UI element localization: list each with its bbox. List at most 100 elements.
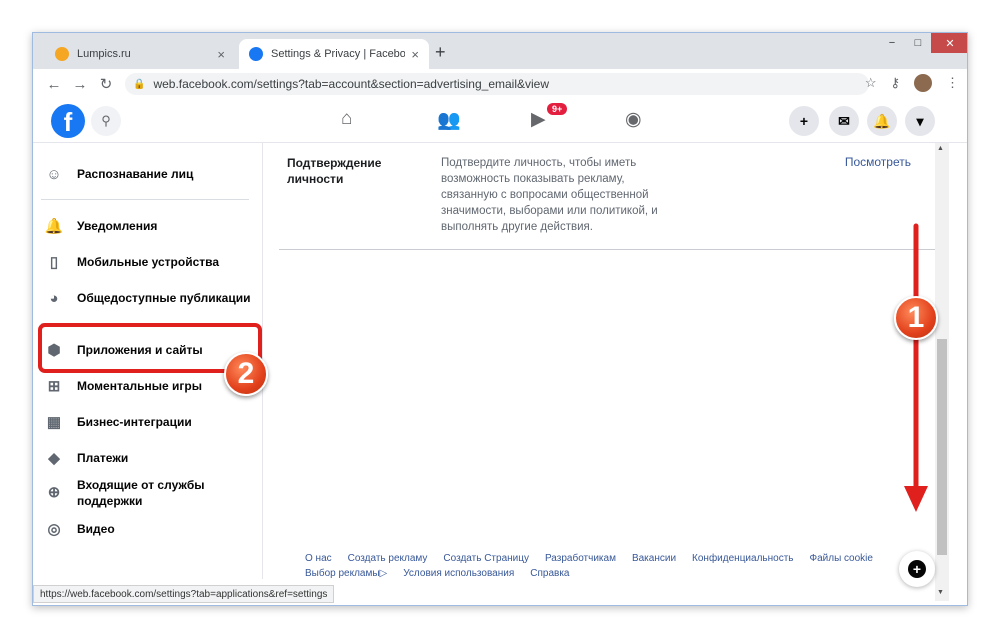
gamepad-icon: ⊞	[47, 378, 61, 395]
footer-link[interactable]: Условия использования	[403, 568, 514, 579]
face-recognition-icon: ☺	[46, 165, 62, 183]
close-window-button[interactable]: ✕	[931, 33, 967, 53]
setting-description: Подтвердите личность, чтобы иметь возмож…	[441, 157, 658, 233]
new-tab-button[interactable]: +	[435, 42, 446, 63]
footer-link[interactable]: О нас	[305, 553, 332, 564]
sidebar-item-label: Моментальные игры	[77, 379, 202, 393]
sidebar-item-label: Видео	[77, 522, 115, 536]
footer-link[interactable]: Конфиденциальность	[692, 553, 793, 564]
close-icon[interactable]: ×	[411, 47, 419, 62]
sidebar-item-instant-games[interactable]: ⊞ Моментальные игры	[43, 375, 202, 397]
sidebar-item-mobile[interactable]: ▯ Мобильные устройства	[43, 251, 219, 273]
friends-icon[interactable]: 👥	[437, 108, 461, 132]
url-field[interactable]: 🔒 web.facebook.com/settings?tab=account&…	[125, 73, 869, 95]
scrollbar-thumb[interactable]	[937, 339, 947, 555]
groups-icon[interactable]: ◉	[625, 108, 642, 131]
address-bar-actions: ☆ ⚷ ⋮	[865, 74, 959, 92]
facebook-favicon-icon	[249, 47, 263, 61]
new-message-button[interactable]: +	[899, 551, 935, 587]
forward-icon[interactable]: →	[67, 76, 93, 93]
plus-icon: +	[908, 560, 926, 578]
sidebar-item-support-inbox[interactable]: ⊕ Входящие от службы поддержки	[43, 477, 205, 509]
step-marker-1: 1	[894, 296, 938, 340]
footer-link[interactable]: Создать рекламу	[348, 553, 428, 564]
facebook-logo[interactable]: f	[51, 104, 85, 138]
sidebar-item-label: Входящие от службы	[77, 478, 205, 492]
plus-icon[interactable]: +	[789, 106, 819, 136]
mobile-icon: ▯	[49, 254, 59, 271]
footer-link[interactable]: Разработчикам	[545, 553, 616, 564]
sidebar-item-label: Общедоступные публикации	[77, 291, 251, 305]
scroll-up-icon[interactable]: ▲	[937, 145, 944, 152]
close-icon[interactable]: ×	[217, 47, 225, 62]
sidebar-item-label: Мобильные устройства	[77, 255, 220, 269]
divider	[41, 199, 249, 200]
tab-facebook-settings[interactable]: Settings & Privacy | Facebook ×	[239, 39, 429, 69]
footer-link[interactable]: Выбор рекламы▷	[305, 568, 387, 579]
setting-label-line: Подтверждение	[287, 156, 382, 170]
menu-arrow-icon[interactable]: ▾	[905, 106, 935, 136]
sidebar-item-video[interactable]: ◎ Видео	[43, 518, 115, 540]
back-icon[interactable]: ←	[41, 76, 67, 93]
lock-icon[interactable]: 🔒	[133, 79, 145, 90]
sidebar-item-label: поддержки	[77, 494, 143, 508]
globe-icon: ◕	[49, 289, 59, 307]
footer-link[interactable]: Файлы cookie	[809, 553, 872, 564]
key-icon[interactable]: ⚷	[890, 75, 900, 91]
support-icon: ⊕	[47, 484, 61, 501]
notification-badge: 9+	[547, 103, 568, 115]
messenger-icon[interactable]: ✉	[829, 106, 859, 136]
browser-window: Lumpics.ru × Settings & Privacy | Facebo…	[32, 32, 968, 606]
sidebar-item-label: Уведомления	[77, 219, 158, 233]
address-bar: ← → ↻ 🔒 web.facebook.com/settings?tab=ac…	[33, 69, 967, 99]
sidebar-item-face-recognition[interactable]: ☺ Распознавание лиц	[43, 163, 193, 185]
tab-bar: Lumpics.ru × Settings & Privacy | Facebo…	[33, 33, 967, 69]
page-footer: О нас Создать рекламу Создать Страницу Р…	[305, 553, 905, 583]
sidebar-item-business-integrations[interactable]: ▦ Бизнес-интеграции	[43, 411, 192, 433]
footer-link[interactable]: Создать Страницу	[443, 553, 529, 564]
sidebar-item-notifications[interactable]: 🔔 Уведомления	[43, 215, 158, 237]
sidebar-item-label: Бизнес-интеграции	[77, 415, 192, 429]
view-link[interactable]: Посмотреть	[845, 155, 911, 169]
sidebar-item-label-group: Входящие от службы поддержки	[77, 477, 205, 509]
window-controls: − □ ✕	[879, 33, 967, 53]
step-marker-2: 2	[224, 352, 268, 396]
scroll-down-arrow-annotation	[904, 223, 928, 512]
reload-icon[interactable]: ↻	[93, 75, 119, 93]
tab-lumpics[interactable]: Lumpics.ru ×	[45, 39, 235, 69]
settings-content: Подтверждение личности Подтвердите лично…	[279, 143, 935, 579]
sidebar-item-label: Распознавание лиц	[77, 167, 194, 181]
tab-title: Settings & Privacy | Facebook	[271, 48, 406, 60]
business-icon: ▦	[46, 414, 62, 431]
setting-label: Подтверждение личности	[287, 155, 417, 187]
search-icon[interactable]: ⚲	[91, 106, 121, 136]
video-icon: ◎	[47, 521, 61, 538]
payments-icon: ◆	[48, 450, 60, 467]
sidebar-item-label: Платежи	[77, 451, 129, 465]
status-bar: https://web.facebook.com/settings?tab=ap…	[33, 585, 335, 603]
maximize-button[interactable]: □	[905, 33, 931, 53]
tab-title: Lumpics.ru	[77, 48, 131, 60]
facebook-top-nav: f ⚲ ⌂ 👥 ▶ 9+ ◉ + ✉ 🔔 ▾	[33, 99, 967, 143]
divider	[279, 249, 935, 250]
sidebar-item-public-posts[interactable]: ◕ Общедоступные публикации	[43, 287, 250, 309]
more-menu-icon[interactable]: ⋮	[946, 75, 959, 91]
footer-row: Выбор рекламы▷ Условия использования Спр…	[305, 568, 905, 579]
footer-row: О нас Создать рекламу Создать Страницу Р…	[305, 553, 905, 564]
footer-link[interactable]: Справка	[530, 568, 569, 579]
star-icon[interactable]: ☆	[865, 75, 877, 91]
sidebar-item-payments[interactable]: ◆ Платежи	[43, 447, 128, 469]
footer-link[interactable]: Вакансии	[632, 553, 676, 564]
minimize-button[interactable]: −	[879, 33, 905, 53]
notifications-icon[interactable]: 🔔	[867, 106, 897, 136]
scroll-down-icon[interactable]: ▼	[937, 589, 944, 596]
lumpics-favicon-icon	[55, 47, 69, 61]
url-text: web.facebook.com/settings?tab=account&se…	[153, 77, 550, 91]
setting-label-line: личности	[287, 172, 344, 186]
profile-avatar[interactable]	[914, 74, 932, 92]
bell-icon: 🔔	[44, 218, 64, 235]
home-icon[interactable]: ⌂	[341, 108, 352, 130]
arrow-head	[904, 486, 928, 512]
page-scrollbar[interactable]: ▲ ▼	[935, 143, 949, 601]
watch-icon[interactable]: ▶	[531, 108, 546, 131]
